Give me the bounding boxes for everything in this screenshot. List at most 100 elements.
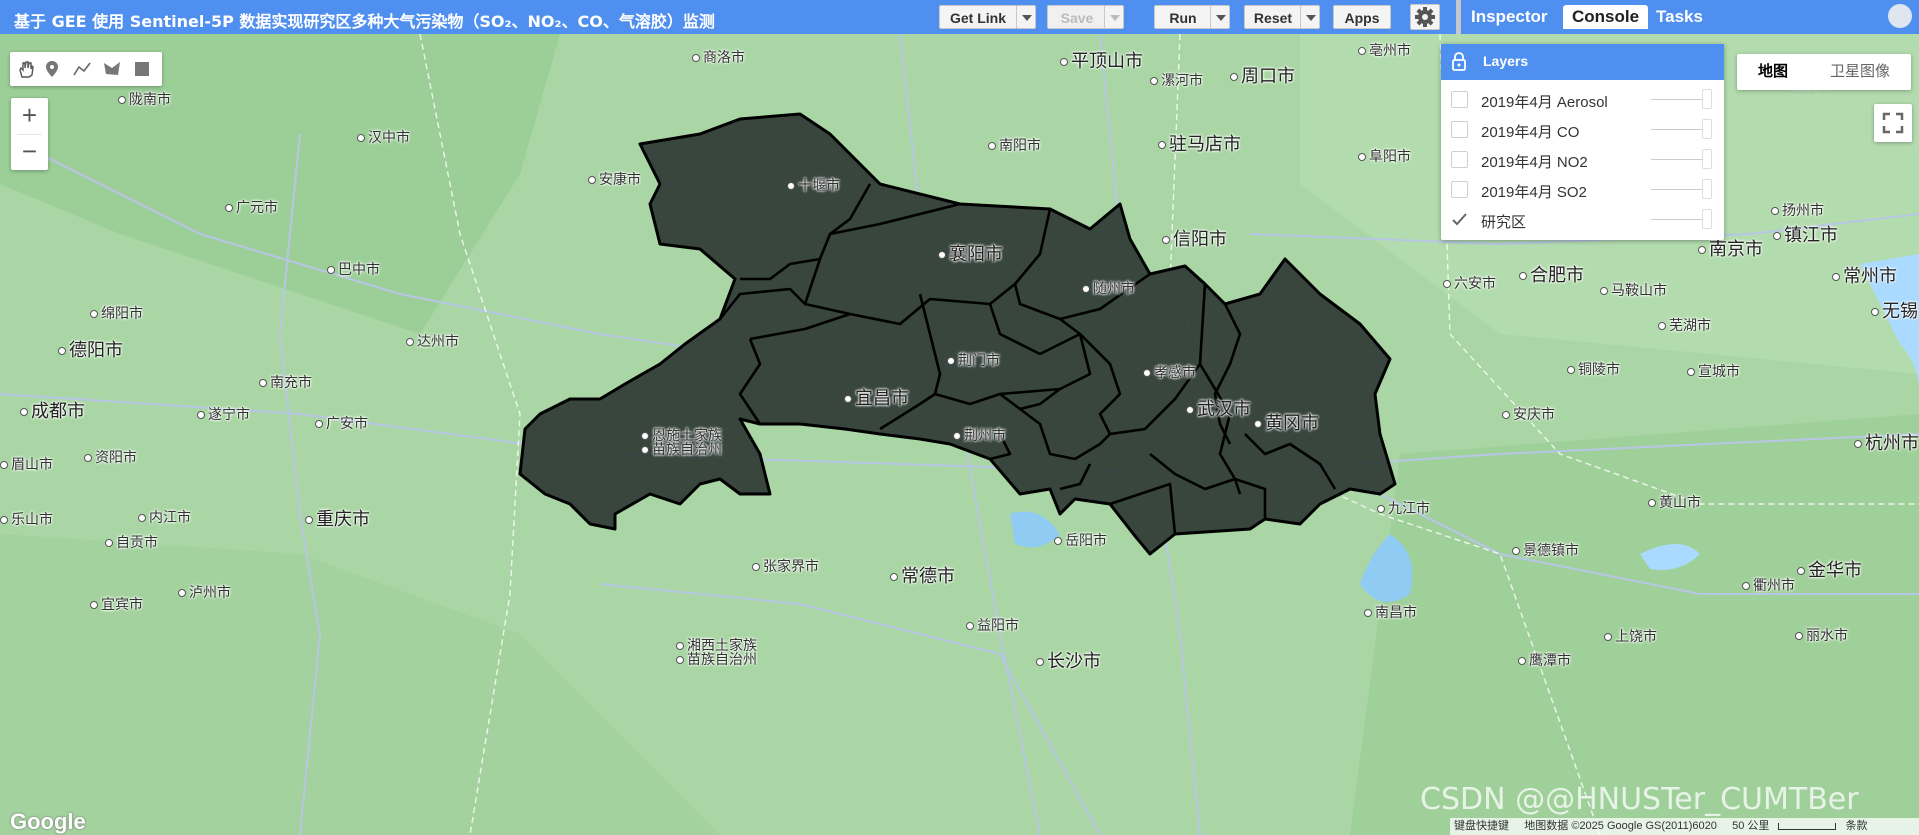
layer-checkbox[interactable] [1451,151,1468,168]
city-dot-icon [305,516,313,525]
city-dot-icon [1502,411,1510,420]
city-dot-icon [225,204,233,213]
city-label: 随州市 [1082,278,1135,298]
hand-pan-icon[interactable] [16,59,36,79]
city-dot-icon [947,357,955,366]
google-logo: Google [10,809,86,834]
city-dot-icon [0,461,8,470]
city-dot-icon [1230,73,1238,82]
city-name: 重庆市 [316,509,370,529]
lock-icon[interactable] [1451,52,1467,72]
city-dot-icon [1143,369,1151,378]
apps-button[interactable]: Apps [1333,5,1391,29]
city-dot-icon [20,408,28,417]
reset-dropdown[interactable] [1300,5,1320,29]
reset-button[interactable]: Reset [1244,5,1302,29]
fullscreen-button[interactable] [1874,104,1912,142]
map-attribution: 键盘快捷键 地图数据 ©2025 Google GS(2011)6020 50 … [1450,818,1919,835]
layer-row: 研究区 [1441,204,1724,234]
draw-polygon-icon[interactable] [102,59,122,79]
zoom-out-button[interactable]: − [11,134,48,170]
city-dot-icon [1158,141,1166,150]
layer-opacity-handle[interactable] [1702,179,1712,199]
profile-avatar-icon[interactable] [1888,4,1912,28]
city-name: 南京市 [1709,239,1763,259]
city-name: 宣城市 [1698,363,1740,379]
city-label: 广元市 [225,197,278,217]
city-label: 常德市 [890,562,955,588]
layer-opacity-handle[interactable] [1702,209,1712,229]
city-label: 荆州市 [953,425,1006,445]
map-type-satellite-button[interactable]: 卫星图像 [1809,54,1911,90]
city-dot-icon [1254,420,1262,429]
city-label: 驻马店市 [1158,130,1241,156]
city-dot-icon [1567,366,1575,375]
layer-checkbox[interactable] [1451,121,1468,138]
city-dot-icon [1742,582,1750,591]
save-button[interactable]: Save [1047,5,1107,29]
city-label: 杭州市 [1854,429,1919,455]
map-canvas[interactable]: 商洛市平顶山市亳州市漯河市周口市陇南市淮安市汉中市南阳市驻马店市阜阳市安康市十堰… [0,34,1919,835]
city-label: 衢州市 [1742,575,1795,595]
city-name: 荆门市 [958,352,1000,368]
city-label: 眉山市 [0,454,53,474]
keyboard-shortcuts-link[interactable]: 键盘快捷键 [1454,820,1509,832]
city-dot-icon [138,514,146,523]
layers-header[interactable]: Layers [1441,44,1724,80]
marker-point-icon[interactable] [42,59,62,79]
city-name: 信阳市 [1173,229,1227,249]
layer-opacity-handle[interactable] [1702,149,1712,169]
tab-inspector[interactable]: Inspector [1462,5,1557,29]
city-name: 十堰市 [798,177,840,193]
city-label: 德阳市 [58,336,123,362]
run-button[interactable]: Run [1154,5,1212,29]
draw-rectangle-icon[interactable] [132,59,152,79]
city-name: 宜宾市 [101,596,143,612]
terms-link[interactable]: 条款 [1846,820,1868,832]
city-label: 宜宾市 [90,594,143,614]
city-dot-icon [197,411,205,420]
city-label: 丽水市 [1795,625,1848,645]
city-label: 黄冈市 [1254,409,1319,435]
tab-tasks[interactable]: Tasks [1647,5,1712,29]
city-name: 乐山市 [11,511,53,527]
map-type-control: 地图 卫星图像 [1737,54,1911,90]
map-type-map-button[interactable]: 地图 [1737,54,1809,90]
watermark: CSDN @@HNUSTer_CUMTBer [1420,782,1859,817]
run-dropdown[interactable] [1210,5,1230,29]
city-label: 亳州市 [1358,40,1411,60]
draw-line-icon[interactable] [72,59,92,79]
layer-checkbox[interactable] [1451,181,1468,198]
city-dot-icon [1377,505,1385,514]
city-name: 安康市 [599,171,641,187]
city-label: 九江市 [1377,498,1430,518]
layer-opacity-handle[interactable] [1702,89,1712,109]
layer-checkbox[interactable] [1451,211,1468,228]
zoom-in-button[interactable]: + [11,98,48,134]
city-name: 鹰潭市 [1529,652,1571,668]
settings-button[interactable] [1410,4,1440,30]
city-name: 合肥市 [1530,265,1584,285]
layers-title: Layers [1483,53,1529,69]
city-dot-icon [1773,232,1781,241]
layer-opacity-handle[interactable] [1702,119,1712,139]
layers-panel: Layers 2019年4月 Aerosol 2019年4月 CO 2019年4月 … [1441,44,1724,240]
layer-name: 2019年4月 CO [1481,124,1580,141]
city-dot-icon [1871,308,1879,317]
layer-checkbox[interactable] [1451,91,1468,108]
get-link-dropdown[interactable] [1016,5,1036,29]
map-data-text: 地图数据 ©2025 Google GS(2011)6020 [1524,820,1717,832]
save-dropdown[interactable] [1104,5,1124,29]
city-dot-icon [1518,657,1526,666]
get-link-button[interactable]: Get Link [939,5,1017,29]
city-label: 铜陵市 [1567,359,1620,379]
city-dot-icon [1150,77,1158,86]
city-name: 荆州市 [964,427,1006,443]
city-name: 苗族自治州 [687,651,757,667]
tab-console[interactable]: Console [1563,5,1649,29]
city-dot-icon [752,563,760,572]
city-dot-icon [259,379,267,388]
city-name: 德阳市 [69,340,123,360]
city-dot-icon [90,310,98,319]
city-dot-icon [357,134,365,143]
